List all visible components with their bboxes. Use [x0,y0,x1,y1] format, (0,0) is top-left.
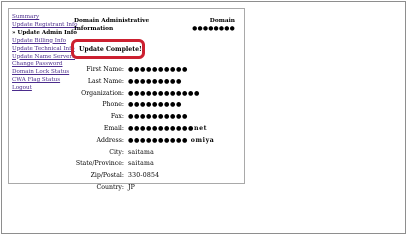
organization-row: Organization: ●●●●●●●●●●●● [64,88,244,100]
first-name-value: ●●●●●●●●●● [128,66,188,73]
country-label: Country: [96,183,124,191]
nav-cwa-flag-status[interactable]: CWA Flag Status [12,77,70,85]
country-row: Country: JP [64,182,244,194]
status-highlight: Update Complete! [71,39,145,59]
page-title: Domain Administrative Information [74,18,154,33]
nav-update-technical-info[interactable]: Update Technical Info [12,46,75,54]
browser-window: Summary Update Registrant Info » Update … [1,1,406,234]
organization-value: ●●●●●●●●●●●● [128,89,200,97]
state-value: saitama [128,160,154,168]
zip-row: Zip/Postal: 330-0854 [64,170,244,182]
city-row: City: saitama [64,147,244,159]
last-name-value: ●●●●●●●●● [128,77,182,85]
phone-value: ●●●●●●●●● [128,101,182,109]
domain-label: Domain [209,18,235,24]
sidebar-nav: Summary Update Registrant Info » Update … [12,14,77,93]
fax-row: Fax: ●●●●●●●●●● [64,111,244,123]
nav-change-password[interactable]: Change Password [12,61,70,69]
state-row: State/Province: saitama [64,158,244,170]
email-value: ●●●●●●●●●●●net [128,124,208,132]
last-name-row: Last Name: ●●●●●●●●● [64,76,244,88]
email-label: Email: [103,124,124,132]
first-name-row: First Name: ●●●●●●●●●● [64,64,244,76]
nav-domain-lock-status[interactable]: Domain Lock Status [12,69,70,77]
zip-value: 330-0854 [128,172,160,180]
country-value: JP [128,183,136,191]
city-label: City: [109,148,124,156]
status-message: Update Complete! [79,45,142,53]
page-title-line2: Information [74,25,114,32]
zip-label: Zip/Postal: [90,172,124,180]
address-row: Address: ●●●●●●●●●● omiya [64,135,244,147]
admin-info-panel: Summary Update Registrant Info » Update … [8,8,245,191]
state-label: State/Province: [75,160,124,168]
first-name-label: First Name: [86,66,124,73]
nav-update-registrant-info[interactable]: Update Registrant Info [12,22,77,30]
phone-row: Phone: ●●●●●●●●● [64,99,244,111]
fax-value: ●●●●●●●●●● [128,113,188,121]
email-row: Email: ●●●●●●●●●●●net [64,123,244,135]
nav-update-admin-info[interactable]: » Update Admin Info [12,30,77,38]
address-label: Address: [96,136,124,144]
domain-value: ●●●●●●●● [192,26,235,32]
nav-update-name-servers[interactable]: Update Name Servers [12,54,75,62]
city-value: saitama [128,148,154,156]
fax-label: Fax: [110,113,124,121]
organization-label: Organization: [81,89,124,97]
last-name-label: Last Name: [87,77,124,85]
nav-summary[interactable]: Summary [12,14,70,22]
page-title-line1: Domain Administrative [74,18,150,24]
phone-label: Phone: [102,101,124,109]
address-value: ●●●●●●●●●● omiya [128,136,215,144]
nav-update-billing-info[interactable]: Update Billing Info [12,38,70,46]
nav-logout[interactable]: Logout [12,85,70,93]
admin-info-form: First Name: ●●●●●●●●●● Last Name: ●●●●●●… [64,64,244,194]
